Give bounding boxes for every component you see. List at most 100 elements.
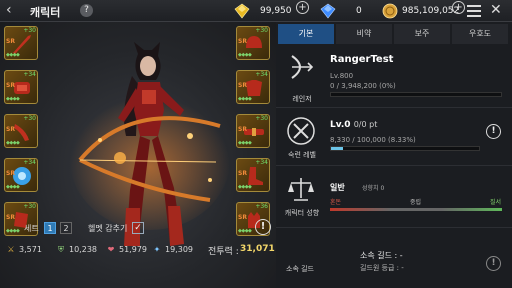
slot-grade: SR xyxy=(6,170,15,177)
set-2-button[interactable]: 2 xyxy=(60,222,72,234)
slot-gems: ◆◆◆◆ xyxy=(6,52,20,58)
mastery-points: 0/0 pt xyxy=(353,120,378,129)
tab-bar: 기본 비약 보주 우호도 xyxy=(276,24,512,44)
guild-info-button[interactable]: ! xyxy=(486,256,501,271)
tab-basic[interactable]: 기본 xyxy=(278,24,335,44)
slot-level: +36 xyxy=(255,203,268,210)
mastery-label: 숙련 레벨 xyxy=(288,151,316,159)
add-gold-diamond-button[interactable]: + xyxy=(296,1,309,14)
slot-level: +34 xyxy=(23,71,36,78)
attack-icon: ⚔ xyxy=(7,245,15,254)
mastery-exp: 8,330 / 100,000 (8.33%) xyxy=(330,136,416,144)
class-label: 레인저 xyxy=(292,95,312,103)
slot-gems: ◆◆◆◆ xyxy=(238,52,252,58)
slot-grade: SR xyxy=(238,82,247,89)
slot-level: +34 xyxy=(255,71,268,78)
slot-level: +30 xyxy=(255,27,268,34)
equip-slot-crystal[interactable]: +34 SR ◆◆◆◆ xyxy=(4,158,38,192)
exp-bar xyxy=(330,92,502,97)
character-level: Lv.800 xyxy=(330,72,354,80)
slot-grade: SR xyxy=(6,38,15,45)
equip-slot-boots[interactable]: +34 SR ◆◆◆◆ xyxy=(236,158,270,192)
equip-slot-dagger[interactable]: +30 SR ◆◆◆◆ xyxy=(4,114,38,148)
info-panel: 기본 비약 보주 우호도 레인저 RangerTest Lv.800 0 / 3… xyxy=(276,22,512,288)
slot-gems: ◆◆◆◆ xyxy=(6,228,20,234)
slot-level: +30 xyxy=(255,115,268,122)
tendency-value: 성향치 0 xyxy=(362,185,385,192)
menu-icon[interactable] xyxy=(466,2,482,18)
page-title: 캐릭터 xyxy=(30,6,61,19)
tab-friendship[interactable]: 우호도 xyxy=(452,24,509,44)
mastery-bar xyxy=(330,146,480,151)
scales-icon xyxy=(288,178,314,201)
hp-value: 51,979 xyxy=(119,245,147,254)
crit-icon: ✦ xyxy=(153,245,161,254)
mastery-section: 숙련 레벨 Lv.0 0/0 pt 8,330 / 100,000 (8.33%… xyxy=(276,110,512,166)
add-gold-coin-button[interactable]: + xyxy=(452,1,465,14)
slot-grade: SR xyxy=(238,214,247,221)
character-info-button[interactable]: ! xyxy=(255,219,271,235)
mastery-level: Lv.0 0/0 pt xyxy=(330,120,377,130)
profile-section: 레인저 RangerTest Lv.800 0 / 3,948,200 (0%) xyxy=(276,46,512,108)
mastery-bar-fill xyxy=(331,147,344,150)
mastery-level-value: Lv.0 xyxy=(330,120,351,130)
gold-diamond-icon xyxy=(234,3,250,19)
slot-grade: SR xyxy=(6,214,15,221)
crit-stat: ✦ 19,309 xyxy=(152,245,193,254)
slot-gems: ◆◆◆◆ xyxy=(238,96,252,102)
close-icon[interactable]: ✕ xyxy=(490,2,502,18)
help-icon[interactable]: ? xyxy=(80,4,93,17)
tab-elixir[interactable]: 비약 xyxy=(336,24,393,44)
blue-diamond-icon xyxy=(320,3,336,19)
guild-label: 소속 길드 xyxy=(286,265,314,273)
heart-icon: ❤ xyxy=(107,245,115,254)
hp-stat: ❤ 51,979 xyxy=(106,245,147,254)
equip-slot-weapon[interactable]: +30 SR ◆◆◆◆ xyxy=(4,26,38,60)
ranger-class-icon xyxy=(291,55,314,79)
gold-coin-icon xyxy=(382,3,398,19)
guild-rank: 길드원 등급 : - xyxy=(360,264,404,272)
tendency-name: 일반 xyxy=(330,183,345,192)
guild-section: 소속 길드 소속 길드 : - 길드원 등급 : - ! xyxy=(276,230,512,288)
character-exp: 0 / 3,948,200 (0%) xyxy=(330,82,396,90)
stats-row: ⚔ 3,571 ⛨ 10,238 ❤ 51,979 ✦ 19,309 전투력 : 31,… xyxy=(0,240,276,264)
slot-grade: SR xyxy=(238,170,247,177)
character-name: RangerTest xyxy=(330,54,394,65)
slot-gems: ◆◆◆◆ xyxy=(238,184,252,190)
defense-stat: ⛨ 10,238 xyxy=(56,245,97,255)
tendency-chaos: 혼돈 xyxy=(330,199,342,206)
slot-grade: SR xyxy=(238,126,247,133)
slot-gems: ◆◆◆◆ xyxy=(6,184,20,190)
slot-level: +30 xyxy=(23,115,36,122)
character-stage: +30 SR ◆◆◆◆ +34 SR ◆◆◆◆ +30 SR ◆◆◆◆ +34 … xyxy=(0,22,276,288)
mastery-info-button[interactable]: ! xyxy=(486,124,501,139)
combat-power-label: 전투력 : xyxy=(208,247,239,257)
tendency-bar xyxy=(330,208,502,211)
combat-power-value: 31,071 xyxy=(240,244,275,254)
equip-slot-belt[interactable]: +30 SR ◆◆◆◆ xyxy=(236,114,270,148)
tab-orb[interactable]: 보주 xyxy=(394,24,451,44)
slot-level: +34 xyxy=(255,159,268,166)
equip-slot-armor[interactable]: +34 SR ◆◆◆◆ xyxy=(236,70,270,104)
tendency-label: 캐릭터 성향 xyxy=(284,209,320,217)
slot-grade: SR xyxy=(6,82,15,89)
slot-gems: ◆◆◆◆ xyxy=(6,96,20,102)
attack-stat: ⚔ 3,571 xyxy=(6,245,42,254)
crossed-swords-icon xyxy=(287,117,315,145)
character-model[interactable] xyxy=(60,40,230,264)
gold-diamond-value: 99,950 xyxy=(260,6,292,16)
attack-value: 3,571 xyxy=(19,245,42,254)
defense-icon: ⛨ xyxy=(58,245,64,254)
guild-name: 소속 길드 : - xyxy=(360,251,403,260)
set-1-button[interactable]: 1 xyxy=(44,222,56,234)
hide-helmet-label: 헬멧 감추기 xyxy=(88,224,128,233)
back-icon[interactable]: ‹ xyxy=(6,2,12,18)
tendency-order: 질서 xyxy=(490,199,502,206)
blue-diamond-value: 0 xyxy=(356,6,362,16)
slot-level: +30 xyxy=(23,203,36,210)
top-bar: ‹ 캐릭터 ? 99,950 + 0 985,109,052 + ✕ xyxy=(0,0,512,22)
equip-slot-gauntlet[interactable]: +34 SR ◆◆◆◆ xyxy=(4,70,38,104)
equip-slot-helmet[interactable]: +30 SR ◆◆◆◆ xyxy=(236,26,270,60)
slot-gems: ◆◆◆◆ xyxy=(238,140,252,146)
hide-helmet-checkbox[interactable]: ✓ xyxy=(132,222,144,234)
